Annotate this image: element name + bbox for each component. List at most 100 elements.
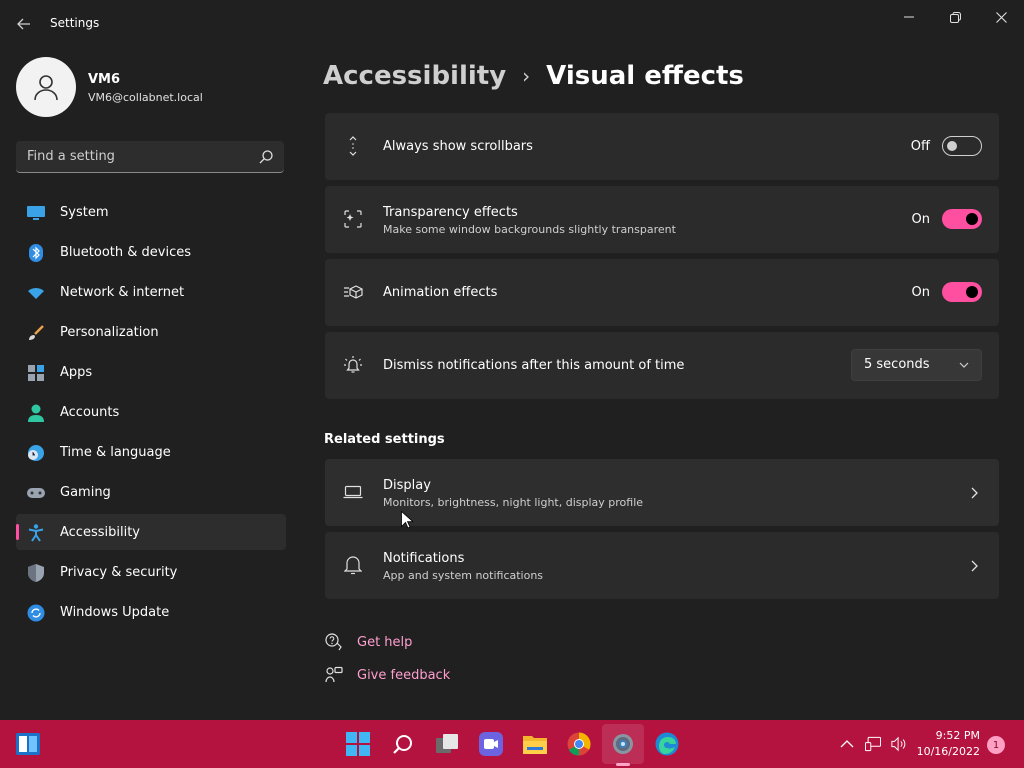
sidebar-item-bluetooth[interactable]: Bluetooth & devices [16, 234, 286, 270]
start-windows-icon[interactable] [346, 732, 370, 756]
get-help-label: Get help [357, 634, 413, 650]
taskbar: 9:52 PM 10/16/2022 [0, 720, 1024, 768]
avatar [16, 57, 76, 117]
apps-icon [27, 364, 45, 382]
bell-alert-icon [343, 355, 363, 375]
person-outline-icon [34, 75, 58, 101]
bell-icon [343, 555, 363, 575]
clock-date[interactable]: 10/16/2022 [917, 745, 980, 758]
sidebar-item-network[interactable]: Network & internet [16, 274, 286, 310]
chrome-icon[interactable] [567, 732, 591, 756]
related-card-display[interactable]: Display Monitors, brightness, night ligh… [325, 459, 999, 526]
page-title: Visual effects [546, 61, 744, 91]
setting-title: Dismiss notifications after this amount … [383, 358, 685, 373]
scrollbars-toggle[interactable] [942, 136, 982, 156]
search-taskbar-icon[interactable] [391, 732, 415, 756]
close-button[interactable] [979, 4, 1023, 30]
search-box [16, 141, 284, 173]
transparency-icon [343, 209, 363, 229]
help-chat-icon [324, 632, 344, 652]
feedback-icon [324, 665, 344, 685]
sidebar-item-label: Apps [60, 364, 93, 380]
clock-globe-icon [27, 444, 45, 462]
user-email: VM6@collabnet.local [88, 91, 203, 104]
animation-toggle[interactable] [942, 282, 982, 302]
transparency-toggle[interactable] [942, 209, 982, 229]
minimize-icon [904, 16, 914, 18]
sidebar-item-label: Personalization [60, 324, 159, 340]
sidebar-item-apps[interactable]: Apps [16, 354, 286, 390]
laptop-icon [343, 482, 363, 502]
sidebar-item-label: System [60, 204, 109, 220]
search-icon[interactable] [258, 149, 274, 165]
sidebar-item-gaming[interactable]: Gaming [16, 474, 286, 510]
clock-time[interactable]: 9:52 PM [936, 729, 980, 742]
setting-title: Always show scrollbars [383, 139, 533, 154]
restore-button[interactable] [933, 4, 977, 30]
chevron-down-icon [959, 362, 969, 368]
toggle-state-text: On [911, 212, 930, 227]
search-input[interactable] [16, 141, 246, 172]
sidebar-item-time-language[interactable]: Time & language [16, 434, 286, 470]
update-icon [27, 604, 45, 622]
bluetooth-icon [27, 244, 45, 262]
user-profile[interactable]: VM6 VM6@collabnet.local [16, 57, 286, 117]
sidebar-item-label: Privacy & security [60, 564, 178, 580]
breadcrumb: Accessibility › Visual effects [323, 58, 744, 94]
accessibility-icon [27, 524, 45, 542]
notification-count-badge[interactable]: 1 [987, 736, 1005, 754]
sidebar-item-system[interactable]: System [16, 194, 286, 230]
setting-card-dismiss-notifications: Dismiss notifications after this amount … [325, 332, 999, 399]
get-help-link[interactable]: Get help [324, 632, 412, 652]
setting-title: Display [383, 478, 431, 493]
setting-subtitle: App and system notifications [383, 569, 544, 582]
minimize-button[interactable] [887, 4, 931, 30]
setting-card-animation: Animation effects On [325, 259, 999, 326]
toggle-knob [966, 213, 978, 225]
mouse-cursor-icon [401, 511, 413, 529]
back-button[interactable] [12, 12, 36, 36]
toggle-knob [947, 141, 957, 151]
dismiss-duration-dropdown[interactable]: 5 seconds [851, 349, 982, 381]
sidebar-item-label: Bluetooth & devices [60, 244, 191, 260]
toggle-knob [966, 286, 978, 298]
network-wired-icon[interactable] [865, 736, 881, 752]
toggle-state-text: On [911, 285, 930, 300]
setting-title: Notifications [383, 551, 465, 566]
setting-title: Animation effects [383, 285, 498, 300]
breadcrumb-separator: › [522, 64, 531, 88]
sidebar-item-accounts[interactable]: Accounts [16, 394, 286, 430]
active-app-indicator [616, 763, 630, 766]
sidebar-item-accessibility[interactable]: Accessibility [16, 514, 286, 550]
brush-icon [27, 324, 45, 342]
sidebar-item-label: Time & language [60, 444, 171, 460]
file-explorer-icon[interactable] [523, 732, 547, 756]
sidebar-item-label: Windows Update [60, 604, 170, 620]
task-view-icon[interactable] [435, 732, 459, 756]
edge-icon[interactable] [655, 732, 679, 756]
setting-subtitle: Make some window backgrounds slightly tr… [383, 223, 676, 236]
widgets-icon[interactable] [16, 732, 40, 756]
setting-card-scrollbars: Always show scrollbars Off [325, 113, 999, 180]
sidebar-item-label: Accounts [60, 404, 120, 420]
close-icon [995, 11, 1007, 23]
scroll-arrows-icon [343, 136, 363, 156]
dropdown-selected-value: 5 seconds [864, 357, 930, 372]
give-feedback-link[interactable]: Give feedback [324, 665, 450, 685]
chevron-up-icon[interactable] [839, 736, 855, 752]
teams-chat-icon[interactable] [479, 732, 503, 756]
settings-gear-icon[interactable] [611, 732, 635, 756]
related-card-notifications[interactable]: Notifications App and system notificatio… [325, 532, 999, 599]
sidebar-item-label: Gaming [60, 484, 111, 500]
breadcrumb-parent-link[interactable]: Accessibility [323, 61, 506, 91]
setting-card-transparency: Transparency effects Make some window ba… [325, 186, 999, 253]
sidebar-item-windows-update[interactable]: Windows Update [16, 594, 286, 630]
chevron-right-icon [971, 560, 978, 572]
volume-icon[interactable] [891, 736, 907, 752]
title-bar: Settings [0, 0, 1024, 48]
person-icon [27, 404, 45, 422]
chevron-right-icon [971, 487, 978, 499]
sidebar-item-personalization[interactable]: Personalization [16, 314, 286, 350]
sidebar-item-privacy[interactable]: Privacy & security [16, 554, 286, 590]
restore-icon [949, 11, 961, 23]
